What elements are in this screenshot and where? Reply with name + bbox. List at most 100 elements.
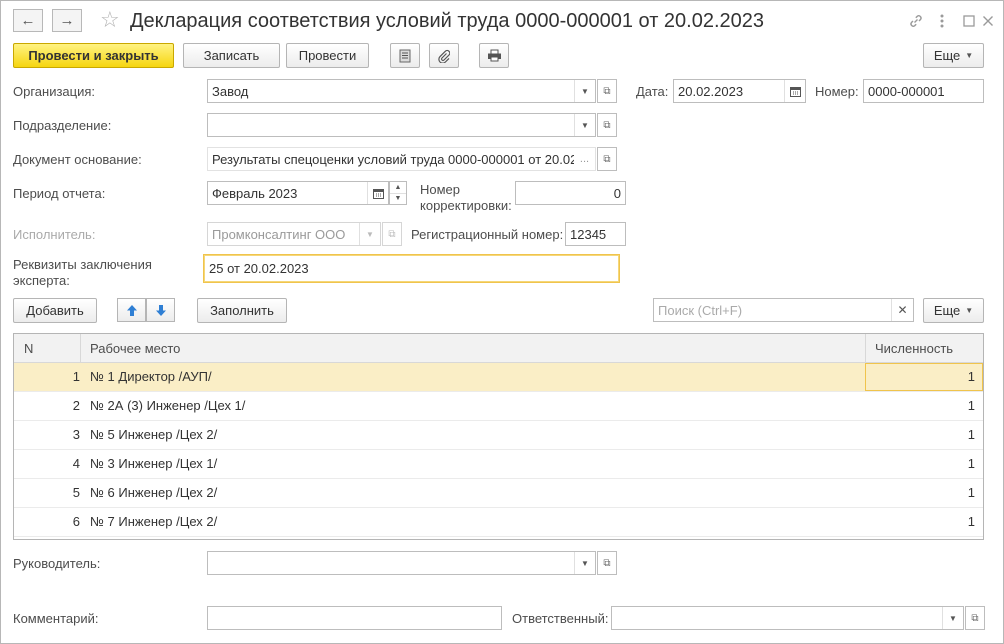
search-placeholder: Поиск (Ctrl+F) — [658, 302, 743, 318]
open-organization-button[interactable]: ⧉ — [597, 79, 617, 103]
table-row[interactable]: 1 № 1 Директор /АУП/ 1 — [14, 363, 983, 392]
comment-label: Комментарий: — [13, 611, 99, 626]
organization-field[interactable]: Завод ▼ — [207, 79, 596, 103]
executor-label: Исполнитель: — [13, 227, 96, 242]
basis-document-value: Результаты спецоценки условий труда 0000… — [212, 151, 574, 167]
arrow-right-icon: → — [59, 12, 75, 29]
favorite-star-icon[interactable]: ☆ — [100, 7, 120, 33]
attach-button[interactable] — [429, 43, 459, 68]
arrow-up-icon — [126, 304, 137, 316]
paperclip-icon — [438, 49, 450, 63]
period-label: Период отчета: — [13, 186, 106, 201]
expert-conclusion-value: 25 от 20.02.2023 — [209, 261, 309, 276]
column-header-count[interactable]: Численность — [865, 334, 953, 363]
column-header-workplace[interactable]: Рабочее место — [80, 334, 180, 363]
dropdown-arrow-icon[interactable]: ▼ — [574, 114, 595, 136]
print-button[interactable] — [479, 43, 509, 68]
more-menu-button[interactable]: Еще ▼ — [923, 43, 984, 68]
more-menu-label: Еще — [933, 48, 961, 63]
row-number: 1 — [72, 369, 80, 384]
row-number: 6 — [72, 514, 80, 529]
number-label: Номер: — [815, 84, 859, 99]
row-count: 1 — [967, 398, 975, 413]
head-label: Руководитель: — [13, 556, 101, 571]
responsible-label: Ответственный: — [512, 611, 609, 626]
column-header-n[interactable]: N — [14, 334, 80, 363]
selected-cell-frame — [865, 363, 983, 391]
row-number: 4 — [72, 456, 80, 471]
open-department-button[interactable]: ⧉ — [597, 113, 617, 137]
printer-icon — [487, 49, 501, 62]
ellipsis-icon[interactable]: ... — [574, 148, 595, 170]
table-row[interactable]: 6 № 7 Инженер /Цех 2/ 1 — [14, 508, 983, 537]
registration-number-field[interactable]: 12345 — [565, 222, 626, 246]
basis-document-label: Документ основание: — [13, 152, 142, 167]
open-responsible-button[interactable]: ⧉ — [965, 606, 985, 630]
row-workplace: № 2А (3) Инженер /Цех 1/ — [90, 398, 246, 413]
executor-field: Промконсалтинг ООО ▼ — [207, 222, 381, 246]
row-workplace: № 6 Инженер /Цех 2/ — [90, 485, 218, 500]
dropdown-arrow-icon[interactable]: ▼ — [574, 80, 595, 102]
date-field[interactable]: 20.02.2023 — [673, 79, 806, 103]
move-down-button[interactable] — [146, 298, 175, 322]
more-vertical-icon[interactable] — [931, 10, 953, 32]
row-number: 3 — [72, 427, 80, 442]
row-count: 1 — [967, 427, 975, 442]
dropdown-arrow-icon[interactable]: ▼ — [942, 607, 963, 629]
expert-conclusion-label-line1: Реквизиты заключения — [13, 257, 152, 272]
period-stepper[interactable]: ▲ ▼ — [389, 181, 407, 205]
row-count: 1 — [967, 485, 975, 500]
table-more-label: Еще — [933, 303, 961, 318]
responsible-field[interactable]: ▼ — [611, 606, 964, 630]
calendar-icon[interactable] — [367, 182, 388, 204]
organization-label: Организация: — [13, 84, 96, 99]
table-row[interactable]: 3 № 5 Инженер /Цех 2/ 1 — [14, 421, 983, 450]
open-head-button[interactable]: ⧉ — [597, 551, 617, 575]
row-count: 1 — [967, 456, 975, 471]
row-count: 1 — [967, 514, 975, 529]
add-row-button[interactable]: Добавить — [13, 298, 97, 323]
back-button[interactable]: ← — [13, 9, 43, 32]
table-more-button[interactable]: Еще ▼ — [923, 298, 984, 323]
clear-search-icon[interactable]: ✕ — [891, 299, 913, 321]
document-list-icon — [399, 49, 411, 62]
row-number: 5 — [72, 485, 80, 500]
link-icon[interactable] — [905, 10, 927, 32]
report-button[interactable] — [390, 43, 420, 68]
period-field[interactable]: Февраль 2023 — [207, 181, 389, 205]
forward-button[interactable]: → — [52, 9, 82, 32]
table-row[interactable]: 2 № 2А (3) Инженер /Цех 1/ 1 — [14, 392, 983, 421]
spin-down-icon[interactable]: ▼ — [390, 192, 406, 205]
number-value: 0000-000001 — [868, 83, 945, 99]
table-row[interactable]: 4 № 3 Инженер /Цех 1/ 1 — [14, 450, 983, 479]
department-label: Подразделение: — [13, 118, 112, 133]
spin-up-icon[interactable]: ▲ — [390, 182, 406, 193]
correction-number-field[interactable]: 0 — [515, 181, 626, 205]
table-search-input[interactable]: Поиск (Ctrl+F) ✕ — [653, 298, 914, 322]
department-field[interactable]: ▼ — [207, 113, 596, 137]
fill-button[interactable]: Заполнить — [197, 298, 287, 323]
post-and-close-button[interactable]: Провести и закрыть — [13, 43, 174, 68]
table-row[interactable]: 5 № 6 Инженер /Цех 2/ 1 — [14, 479, 983, 508]
number-field[interactable]: 0000-000001 — [863, 79, 984, 103]
row-workplace: № 3 Инженер /Цех 1/ — [90, 456, 218, 471]
post-button[interactable]: Провести — [286, 43, 369, 68]
workplaces-table[interactable]: N Рабочее место Численность 1 № 1 Директ… — [13, 333, 984, 540]
open-basis-button[interactable]: ⧉ — [597, 147, 617, 171]
chevron-down-icon: ▼ — [965, 306, 974, 315]
dropdown-arrow-icon[interactable]: ▼ — [574, 552, 595, 574]
row-workplace: № 5 Инженер /Цех 2/ — [90, 427, 218, 442]
correction-number-value: 0 — [613, 185, 621, 201]
move-up-button[interactable] — [117, 298, 146, 322]
save-button[interactable]: Записать — [183, 43, 280, 68]
row-workplace: № 7 Инженер /Цех 2/ — [90, 514, 218, 529]
head-field[interactable]: ▼ — [207, 551, 596, 575]
comment-field[interactable] — [207, 606, 502, 630]
calendar-icon[interactable] — [784, 80, 805, 102]
date-value: 20.02.2023 — [678, 83, 744, 99]
period-value: Февраль 2023 — [212, 185, 298, 201]
table-header: N Рабочее место Численность — [14, 334, 983, 363]
close-icon[interactable] — [977, 10, 999, 32]
basis-document-field[interactable]: Результаты спецоценки условий труда 0000… — [207, 147, 596, 171]
expert-conclusion-field[interactable]: 25 от 20.02.2023 — [203, 254, 620, 283]
